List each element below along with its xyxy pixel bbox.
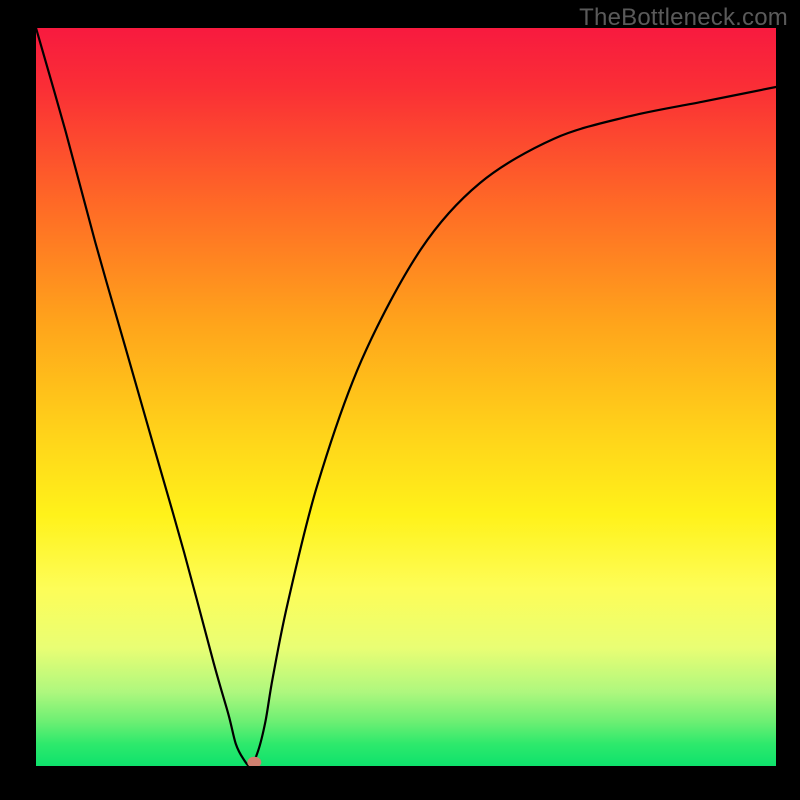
plot-area [36,28,776,766]
watermark-text: TheBottleneck.com [579,4,788,32]
bottleneck-curve [36,28,776,766]
chart-frame: TheBottleneck.com [0,0,800,800]
bottleneck-curve-svg [36,28,776,766]
minimum-marker [247,757,261,766]
